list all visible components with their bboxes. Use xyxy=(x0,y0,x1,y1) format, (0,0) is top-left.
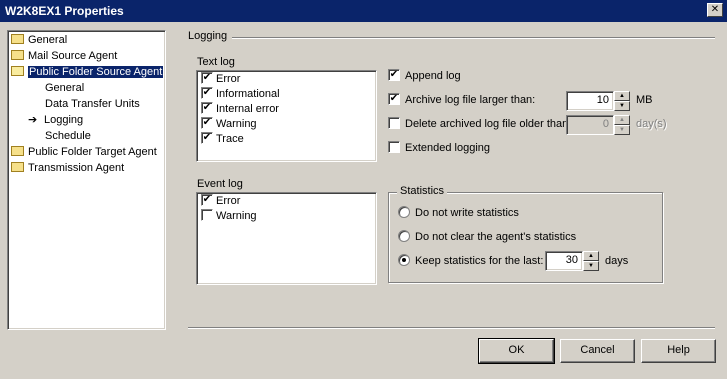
archive-age-input: 0 xyxy=(566,115,614,135)
archive-age-stepper: 0 ▲ ▼ xyxy=(566,115,630,135)
tree-item-public-folder-source-agent[interactable]: Public Folder Source Agent xyxy=(11,65,164,81)
statistics-title: Statistics xyxy=(397,185,448,197)
open-folder-icon xyxy=(11,66,24,77)
append-log-option[interactable]: ✔ Append log xyxy=(388,69,461,85)
checkbox[interactable]: ✔ xyxy=(201,72,213,85)
delete-archived-checkbox[interactable] xyxy=(388,117,400,130)
radio-button[interactable] xyxy=(398,230,410,243)
list-item[interactable]: ✔ Error xyxy=(201,194,240,209)
list-item[interactable]: ✔ Informational xyxy=(201,87,280,102)
list-item[interactable]: ✔ Error xyxy=(201,72,240,87)
tree-item-transmission-agent[interactable]: Transmission Agent xyxy=(11,161,124,177)
checkbox[interactable]: ✔ xyxy=(201,102,213,115)
arrow-icon: ➔ xyxy=(28,114,38,126)
tree-item-pf-general[interactable]: General xyxy=(45,81,84,97)
radio-no-clear-stats[interactable]: Do not clear the agent's statistics xyxy=(398,230,576,246)
folder-icon xyxy=(11,162,24,173)
spin-down-icon[interactable]: ▼ xyxy=(583,261,599,271)
logging-section-title: Logging xyxy=(188,30,228,42)
archive-log-option[interactable]: ✔ Archive log file larger than: xyxy=(388,93,535,109)
bottom-divider xyxy=(188,327,715,329)
cancel-button[interactable]: Cancel xyxy=(560,339,635,363)
keep-days-unit: days xyxy=(605,255,629,267)
spin-down-icon[interactable]: ▼ xyxy=(614,101,630,111)
checkbox[interactable] xyxy=(201,209,213,222)
help-button[interactable]: Help xyxy=(641,339,716,363)
logging-divider xyxy=(232,37,715,39)
checkbox[interactable]: ✔ xyxy=(201,194,213,207)
folder-icon xyxy=(11,146,24,157)
archive-age-unit: day(s) xyxy=(636,118,667,130)
text-log-label: Text log xyxy=(197,56,235,68)
title-bar[interactable]: W2K8EX1 Properties ✕ xyxy=(0,0,727,22)
delete-archived-option[interactable]: Delete archived log file older than xyxy=(388,117,568,133)
close-icon[interactable]: ✕ xyxy=(707,3,723,17)
tree-item-general[interactable]: General xyxy=(11,33,67,49)
list-item[interactable]: ✔ Warning xyxy=(201,117,257,132)
extended-logging-option[interactable]: Extended logging xyxy=(388,141,490,157)
event-log-list[interactable]: ✔ Error Warning xyxy=(196,192,377,285)
event-log-label: Event log xyxy=(197,178,243,190)
checkbox[interactable]: ✔ xyxy=(201,87,213,100)
text-log-list[interactable]: ✔ Error ✔ Informational ✔ Internal error ✔ W… xyxy=(196,70,377,162)
ok-button[interactable]: OK xyxy=(478,338,555,364)
radio-button[interactable] xyxy=(398,206,410,219)
archive-size-unit: MB xyxy=(636,94,653,106)
radio-keep-stats[interactable]: Keep statistics for the last: xyxy=(398,254,543,270)
tree-item-data-transfer-units[interactable]: Data Transfer Units xyxy=(45,97,140,113)
list-item[interactable]: ✔ Internal error xyxy=(201,102,279,117)
list-item[interactable]: Warning xyxy=(201,209,257,224)
tree-item-logging[interactable]: ➔ Logging xyxy=(28,113,83,129)
append-log-checkbox[interactable]: ✔ xyxy=(388,69,400,82)
archive-log-checkbox[interactable]: ✔ xyxy=(388,93,400,106)
tree-item-mail-source-agent[interactable]: Mail Source Agent xyxy=(11,49,117,65)
window-title: W2K8EX1 Properties xyxy=(5,4,124,18)
folder-icon xyxy=(11,34,24,45)
navigation-tree[interactable]: General Mail Source Agent Public Folder … xyxy=(7,30,166,330)
keep-days-input[interactable]: 30 xyxy=(545,251,583,271)
archive-size-input[interactable]: 10 xyxy=(566,91,614,111)
tree-item-schedule[interactable]: Schedule xyxy=(45,129,91,145)
extended-logging-checkbox[interactable] xyxy=(388,141,400,154)
keep-days-stepper[interactable]: 30 ▲ ▼ xyxy=(545,251,599,271)
spin-up-icon[interactable]: ▲ xyxy=(583,251,599,261)
archive-size-stepper[interactable]: 10 ▲ ▼ xyxy=(566,91,630,111)
checkbox[interactable]: ✔ xyxy=(201,132,213,145)
tree-item-public-folder-target-agent[interactable]: Public Folder Target Agent xyxy=(11,145,157,161)
spin-down-icon: ▼ xyxy=(614,125,630,135)
checkbox[interactable]: ✔ xyxy=(201,117,213,130)
radio-button[interactable] xyxy=(398,254,410,267)
list-item[interactable]: ✔ Trace xyxy=(201,132,244,147)
spin-up-icon: ▲ xyxy=(614,115,630,125)
spin-up-icon[interactable]: ▲ xyxy=(614,91,630,101)
radio-no-write-stats[interactable]: Do not write statistics xyxy=(398,206,519,222)
folder-icon xyxy=(11,50,24,61)
